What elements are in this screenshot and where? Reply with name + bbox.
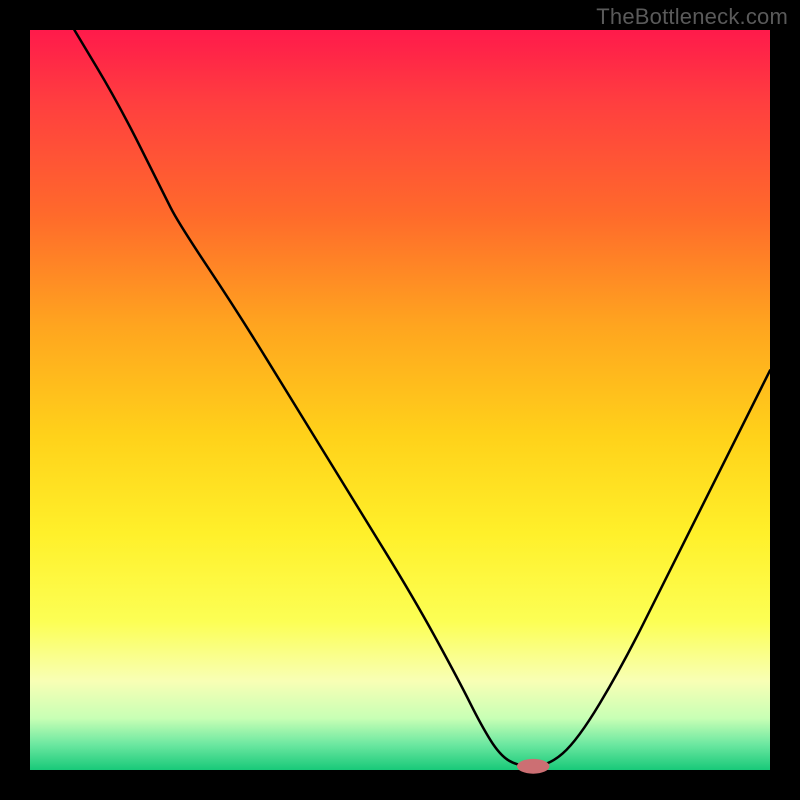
chart-frame: TheBottleneck.com	[0, 0, 800, 800]
optimal-marker	[517, 759, 550, 774]
watermark-text: TheBottleneck.com	[596, 4, 788, 30]
gradient-background	[30, 30, 770, 770]
bottleneck-chart	[0, 0, 800, 800]
